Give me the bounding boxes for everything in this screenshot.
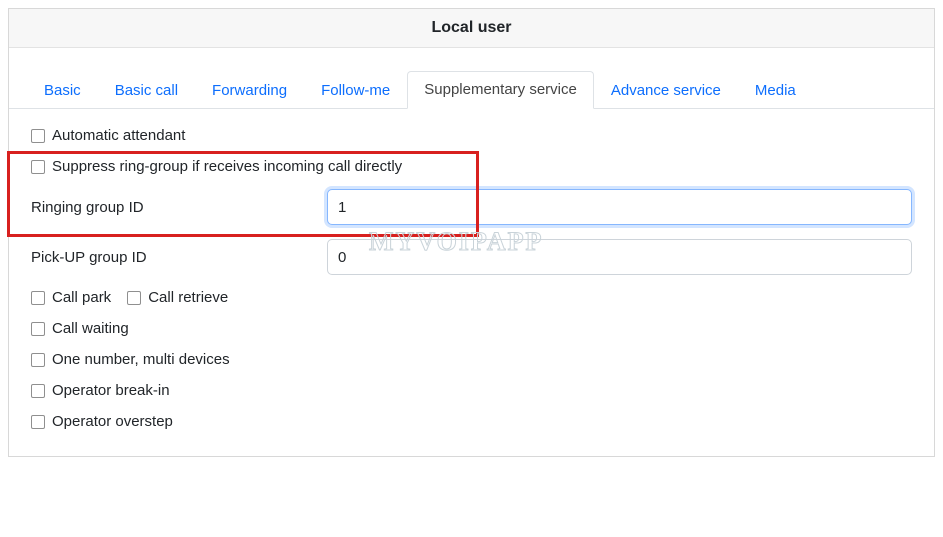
tab-advance-service[interactable]: Advance service	[594, 72, 738, 109]
pickup-group-id-label: Pick-UP group ID	[31, 249, 327, 266]
call-waiting-checkbox[interactable]: Call waiting	[31, 320, 129, 337]
operator-overstep-checkbox[interactable]: Operator overstep	[31, 413, 173, 430]
checkbox-icon	[31, 160, 45, 174]
call-waiting-label: Call waiting	[52, 320, 129, 337]
tab-basic-call[interactable]: Basic call	[98, 72, 195, 109]
one-number-multi-devices-checkbox[interactable]: One number, multi devices	[31, 351, 230, 368]
checkbox-icon	[31, 353, 45, 367]
supplementary-service-form: MYVOIPAPP Automatic attendant Suppress r…	[9, 109, 934, 456]
checkbox-icon	[31, 291, 45, 305]
call-retrieve-label: Call retrieve	[148, 289, 228, 306]
tab-basic[interactable]: Basic	[27, 72, 98, 109]
operator-break-in-label: Operator break-in	[52, 382, 170, 399]
operator-break-in-checkbox[interactable]: Operator break-in	[31, 382, 170, 399]
tab-forwarding[interactable]: Forwarding	[195, 72, 304, 109]
checkbox-icon	[127, 291, 141, 305]
ringing-group-id-input[interactable]	[327, 189, 912, 225]
suppress-ring-group-label: Suppress ring-group if receives incoming…	[52, 158, 402, 175]
suppress-ring-group-checkbox[interactable]: Suppress ring-group if receives incoming…	[31, 158, 402, 175]
panel-title: Local user	[9, 9, 934, 48]
call-park-checkbox[interactable]: Call park	[31, 289, 111, 306]
call-park-label: Call park	[52, 289, 111, 306]
tab-supplementary-service[interactable]: Supplementary service	[407, 71, 594, 109]
checkbox-icon	[31, 415, 45, 429]
local-user-panel: Local user Basic Basic call Forwarding F…	[8, 8, 935, 457]
ringing-group-id-label: Ringing group ID	[31, 199, 327, 216]
automatic-attendant-label: Automatic attendant	[52, 127, 185, 144]
checkbox-icon	[31, 384, 45, 398]
tab-media[interactable]: Media	[738, 72, 813, 109]
pickup-group-id-input[interactable]	[327, 239, 912, 275]
one-number-multi-devices-label: One number, multi devices	[52, 351, 230, 368]
checkbox-icon	[31, 129, 45, 143]
tab-follow-me[interactable]: Follow-me	[304, 72, 407, 109]
call-retrieve-checkbox[interactable]: Call retrieve	[127, 289, 228, 306]
tabs-bar: Basic Basic call Forwarding Follow-me Su…	[9, 48, 934, 109]
checkbox-icon	[31, 322, 45, 336]
automatic-attendant-checkbox[interactable]: Automatic attendant	[31, 127, 185, 144]
operator-overstep-label: Operator overstep	[52, 413, 173, 430]
